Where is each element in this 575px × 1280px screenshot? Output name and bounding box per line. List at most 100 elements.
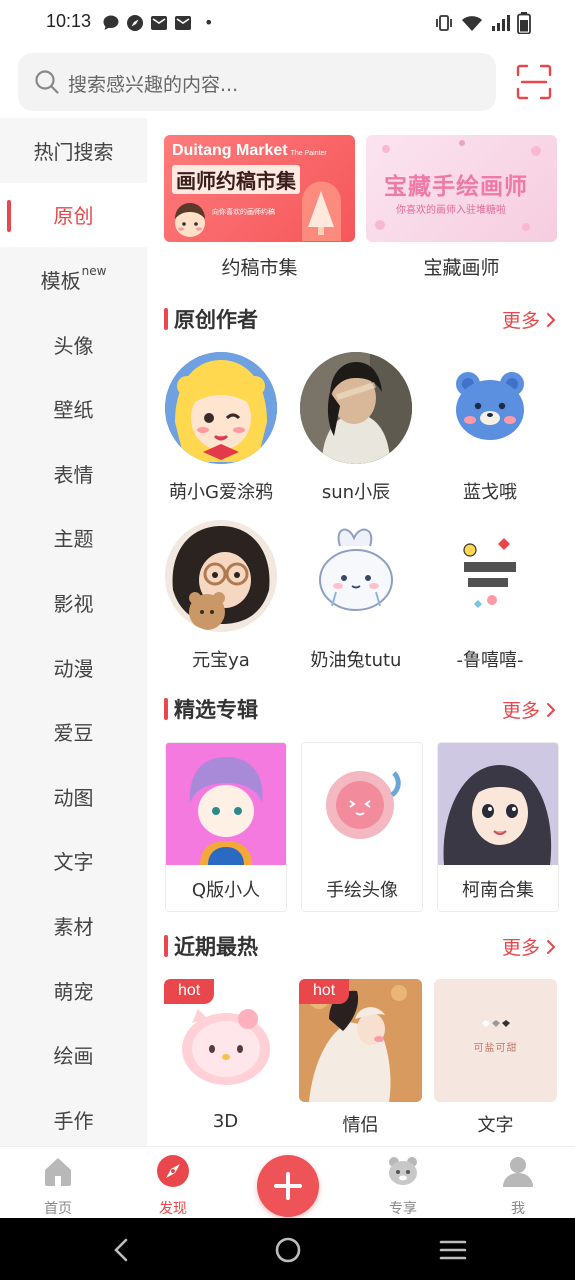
- bottom-tab-bar: 首页 发现 专享 我: [0, 1146, 575, 1218]
- sidebar-item-label: 文字: [53, 850, 94, 875]
- section-accent-bar: [164, 308, 168, 330]
- wifi-icon: [462, 16, 482, 31]
- album-cover: [166, 743, 286, 865]
- section-title: 精选专辑: [174, 698, 258, 722]
- sidebar-item-avatar[interactable]: 头像: [0, 312, 147, 377]
- sidebar-item-label: 主题: [53, 527, 94, 552]
- notification-icons: •: [102, 13, 213, 32]
- hot-badge: hot: [299, 979, 350, 1004]
- compass-icon: [127, 14, 143, 31]
- sidebar-item-label: 爱豆: [53, 721, 94, 746]
- sidebar-item-handmade[interactable]: 手作: [0, 1087, 147, 1146]
- hot-item-title: 3D: [212, 1111, 239, 1132]
- album-title: 柯南合集: [462, 880, 534, 901]
- sidebar-item-gif[interactable]: 动图: [0, 764, 147, 829]
- section-accent-bar: [164, 698, 168, 720]
- author-card[interactable]: 元宝ya: [153, 520, 289, 672]
- home-button-icon[interactable]: [274, 1236, 302, 1264]
- album-card[interactable]: Q版小人: [165, 742, 287, 912]
- author-card[interactable]: -鲁嘻嘻-: [422, 520, 558, 672]
- profile-icon: [503, 1157, 533, 1187]
- battery-icon: [517, 12, 531, 34]
- new-badge: new: [81, 264, 107, 279]
- sidebar-item-label: 萌宠: [53, 979, 94, 1004]
- recents-icon[interactable]: [439, 1236, 467, 1264]
- author-avatar: [300, 352, 412, 464]
- system-nav-bar: [0, 1218, 575, 1280]
- banner-caption[interactable]: 宝藏画师: [366, 253, 557, 280]
- sidebar-item-label: 头像: [53, 333, 94, 358]
- sidebar-item-label: 模板: [40, 268, 81, 293]
- chat-bubble-icon: [103, 15, 119, 30]
- hot-item-card[interactable]: hot 3D: [164, 979, 287, 1132]
- mail-icon: [151, 15, 167, 30]
- chevron-right-icon: [547, 939, 556, 954]
- sidebar-item-film[interactable]: 影视: [0, 570, 147, 635]
- home-icon: [45, 1158, 71, 1186]
- anime-girl-illustration: [438, 743, 558, 865]
- sidebar-item-idol[interactable]: 爱豆: [0, 699, 147, 764]
- sidebar-item-material[interactable]: 素材: [0, 893, 147, 958]
- sidebar-item-wallpaper[interactable]: 壁纸: [0, 376, 147, 441]
- notification-dot: •: [204, 13, 214, 32]
- create-post-button[interactable]: [257, 1155, 319, 1217]
- status-time: 10:13: [46, 11, 92, 31]
- sidebar-item-label: 原创: [53, 204, 94, 229]
- more-link[interactable]: 更多: [502, 696, 556, 723]
- tab-discover[interactable]: 发现: [133, 1154, 213, 1218]
- hot-item-title: 文字: [477, 1115, 514, 1136]
- author-card[interactable]: 奶油兔tutu: [288, 520, 424, 672]
- sidebar-item-emoji[interactable]: 表情: [0, 441, 147, 506]
- sidebar-item-template[interactable]: 模板 new: [0, 247, 147, 312]
- sidebar-item-text[interactable]: 文字: [0, 829, 147, 894]
- sidebar-item-hot-search[interactable]: 热门搜索: [0, 118, 147, 183]
- album-card[interactable]: 柯南合集: [437, 742, 559, 912]
- author-name: 奶油兔tutu: [310, 650, 402, 671]
- tab-exclusive[interactable]: 专享: [363, 1154, 443, 1218]
- hot-item-cover: hot: [164, 979, 287, 1102]
- author-avatar: [434, 520, 546, 632]
- banner-caption[interactable]: 约稿市集: [164, 253, 355, 280]
- hot-item-card[interactable]: hot 情侣: [299, 979, 422, 1137]
- back-icon[interactable]: [108, 1236, 136, 1264]
- system-icons: [434, 12, 531, 34]
- cream-bunny-avatar: [319, 528, 393, 611]
- sidebar-item-anime[interactable]: 动漫: [0, 635, 147, 700]
- sidebar-item-label: 素材: [53, 914, 94, 939]
- sidebar-item-label: 壁纸: [53, 398, 94, 423]
- scan-icon[interactable]: [516, 64, 552, 100]
- sidebar-item-painting[interactable]: 绘画: [0, 1022, 147, 1087]
- bear-icon: [389, 1157, 417, 1185]
- chevron-right-icon: [547, 702, 556, 717]
- tab-home[interactable]: 首页: [18, 1154, 98, 1218]
- author-avatar: [165, 352, 277, 464]
- section-accent-bar: [164, 935, 168, 957]
- search-input[interactable]: 搜索感兴趣的内容...: [68, 70, 238, 97]
- banner-treasure-artist[interactable]: 宝藏手绘画师 你喜欢的画师入驻堆糖啦: [366, 135, 557, 242]
- section-title: 原创作者: [174, 308, 258, 332]
- banner-brand-sub: The Painter: [290, 150, 327, 157]
- sidebar-item-label: 动图: [53, 785, 94, 810]
- album-title: 手绘头像: [326, 880, 398, 901]
- more-link[interactable]: 更多: [502, 306, 556, 333]
- author-card[interactable]: 蓝戈哦: [422, 352, 558, 504]
- tab-me[interactable]: 我: [478, 1154, 558, 1218]
- sidebar-item-theme[interactable]: 主题: [0, 506, 147, 571]
- hot-item-card[interactable]: 可盐可甜 文字: [434, 979, 557, 1137]
- sidebar-item-pets[interactable]: 萌宠: [0, 958, 147, 1023]
- author-avatar: [300, 520, 412, 632]
- section-recent-hot: 近期最热 更多: [164, 929, 558, 963]
- banner-commission-market[interactable]: Duitang Market The Painter 画师约稿市集 向你喜欢的画师…: [164, 135, 355, 242]
- author-card[interactable]: sun小辰: [288, 352, 424, 504]
- signal-icon: [492, 15, 510, 31]
- more-label: 更多: [501, 937, 540, 959]
- author-card[interactable]: 萌小G爱涂鸦: [153, 352, 289, 504]
- album-card[interactable]: 手绘头像: [301, 742, 423, 912]
- sidebar-item-label: 表情: [53, 462, 94, 487]
- author-name: 元宝ya: [192, 650, 250, 671]
- author-name: 萌小G爱涂鸦: [169, 482, 273, 503]
- search-bar[interactable]: 搜索感兴趣的内容...: [18, 53, 496, 111]
- section-original-authors: 原创作者 更多: [164, 302, 558, 336]
- sidebar-item-original[interactable]: 原创: [0, 182, 147, 248]
- more-link[interactable]: 更多: [502, 933, 556, 960]
